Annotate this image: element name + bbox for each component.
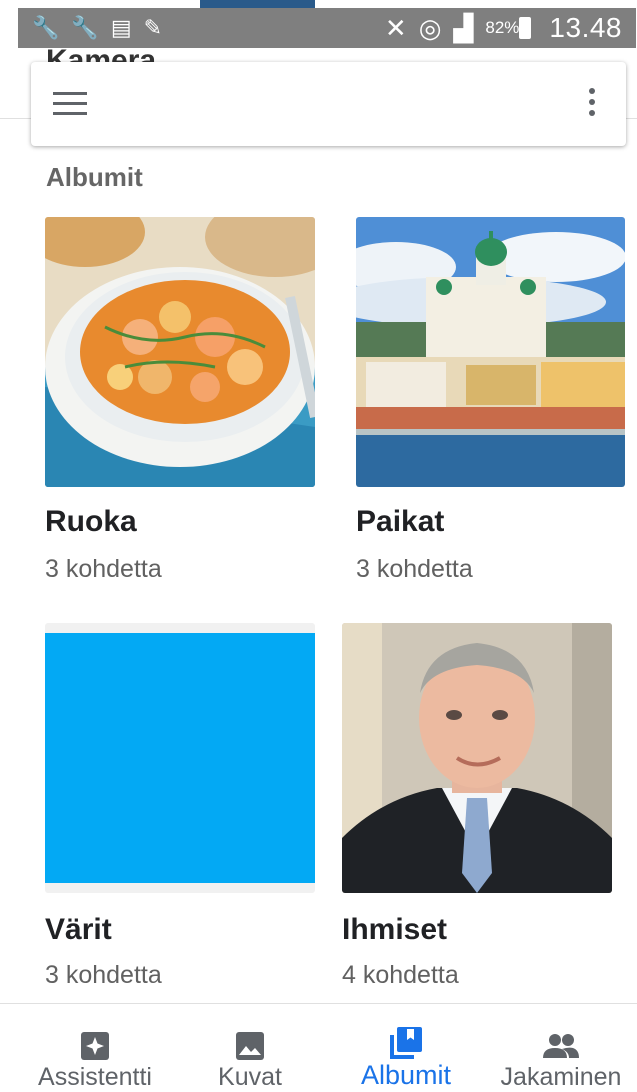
album-name: Paikat bbox=[356, 505, 445, 538]
album-name: Värit bbox=[45, 913, 112, 946]
clock: 13.48 bbox=[549, 12, 622, 43]
more-options-icon[interactable] bbox=[588, 88, 596, 122]
photo-icon bbox=[235, 1030, 265, 1061]
album-thumbnail bbox=[45, 217, 315, 487]
nav-label: Assistentti bbox=[38, 1063, 152, 1091]
nav-albumit[interactable]: Albumit bbox=[338, 1004, 474, 1092]
album-card-ruoka[interactable]: Ruoka 3 kohdetta bbox=[45, 217, 315, 587]
menu-icon[interactable] bbox=[53, 92, 87, 116]
album-name: Ihmiset bbox=[342, 913, 448, 946]
wrench-icon: 🔧 bbox=[71, 15, 99, 40]
clipboard-icon: ▤ bbox=[110, 15, 132, 40]
nav-assistentti[interactable]: Assistentti bbox=[22, 1004, 168, 1092]
album-card-ihmiset[interactable]: Ihmiset 4 kohdetta bbox=[342, 623, 612, 993]
signal-icon: ▟ bbox=[453, 12, 474, 43]
page-title: Albumit bbox=[46, 162, 143, 192]
battery-percent: 82% bbox=[485, 18, 520, 37]
status-bar: 🔧 🔧 ▤ ✎ ✕ ◎ ▟ 82% 13.48 bbox=[18, 8, 636, 48]
album-name: Ruoka bbox=[45, 505, 137, 538]
bottom-navigation: Assistentti Kuvat Albumit Jakaminen bbox=[0, 1004, 637, 1092]
album-item-count: 3 kohdetta bbox=[45, 555, 162, 583]
album-card-varit[interactable]: Värit 3 kohdetta bbox=[45, 623, 315, 993]
album-item-count: 3 kohdetta bbox=[356, 555, 473, 583]
album-thumbnail bbox=[342, 623, 612, 893]
album-thumbnail bbox=[356, 217, 625, 487]
album-item-count: 4 kohdetta bbox=[342, 961, 459, 989]
assistant-icon bbox=[80, 1030, 110, 1061]
nav-label: Kuvat bbox=[218, 1063, 282, 1091]
album-card-paikat[interactable]: Paikat 3 kohdetta bbox=[356, 217, 626, 587]
nav-label: Jakaminen bbox=[500, 1063, 622, 1091]
top-bar bbox=[31, 62, 626, 146]
wrench-icon: 🔧 bbox=[32, 15, 60, 40]
nav-label: Albumit bbox=[360, 1060, 452, 1090]
albums-icon bbox=[389, 1026, 423, 1060]
people-icon bbox=[542, 1030, 580, 1061]
nav-kuvat[interactable]: Kuvat bbox=[188, 1004, 312, 1092]
pencil-icon: ✎ bbox=[143, 15, 163, 40]
album-item-count: 3 kohdetta bbox=[45, 961, 162, 989]
color-swatch bbox=[45, 633, 315, 883]
nav-jakaminen[interactable]: Jakaminen bbox=[486, 1004, 636, 1092]
battery-icon bbox=[519, 17, 532, 39]
mute-icon: ✕ bbox=[384, 12, 407, 43]
wifi-icon: ◎ bbox=[418, 12, 442, 43]
album-thumbnail bbox=[45, 623, 315, 893]
